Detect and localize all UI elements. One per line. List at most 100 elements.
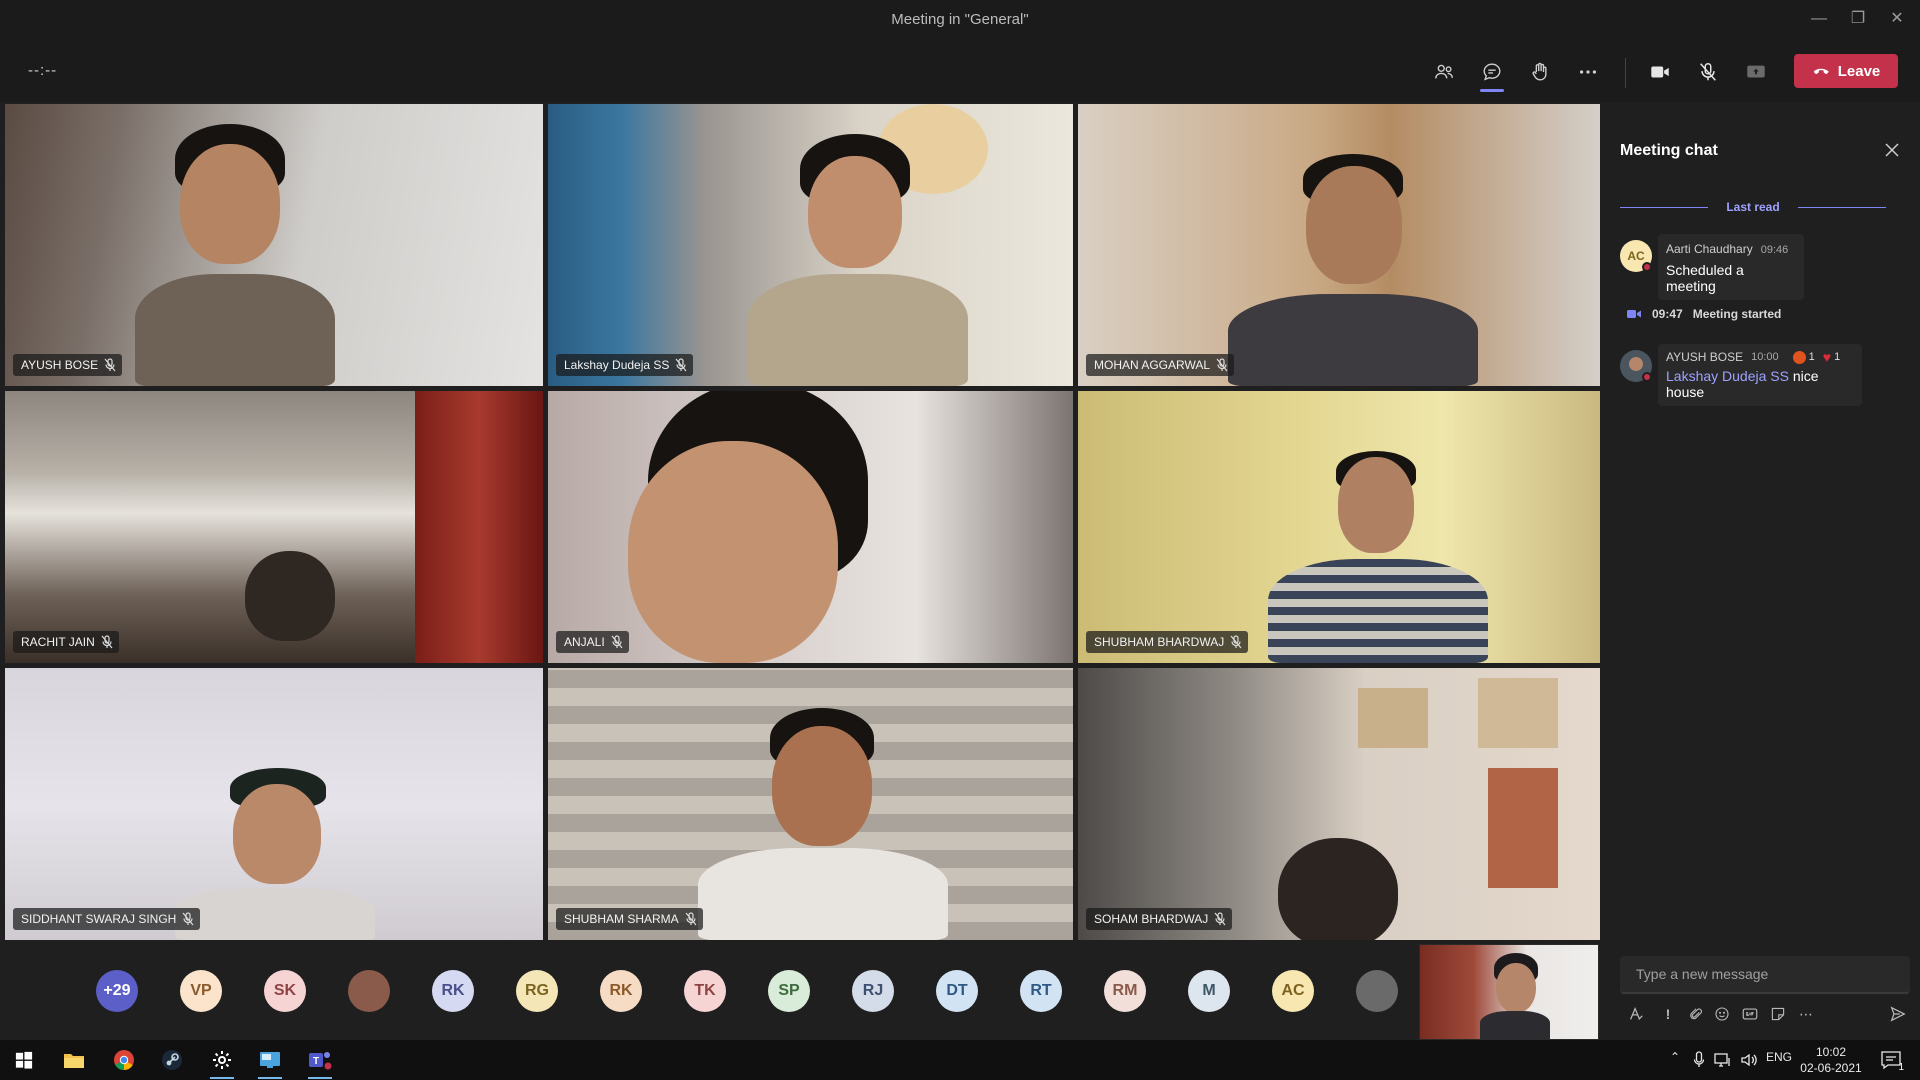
participant-avatar[interactable]: RK [432,970,474,1012]
network-icon[interactable] [1714,1052,1732,1068]
video-tile[interactable]: Lakshay Dudeja SS [548,104,1073,386]
chat-message[interactable]: AYUSH BOSE 10:00 1 ♥ 1 Lakshay Dudeja SS… [1658,344,1862,406]
teams-icon[interactable]: T [300,1044,340,1079]
raise-hand-icon[interactable] [1522,54,1558,90]
participant-avatar[interactable]: TK [684,970,726,1012]
send-icon[interactable] [1888,1004,1908,1024]
show-hidden-icons-chevron[interactable]: ⌃ [1670,1050,1680,1064]
participant-video [698,708,948,940]
video-tile[interactable]: SOHAM BHARDWAJ [1078,668,1600,940]
participant-video [135,124,335,386]
participant-avatar[interactable]: AC [1272,970,1314,1012]
video-tile[interactable]: SIDDHANT SWARAJ SINGH [5,668,543,940]
participant-name-tag: SOHAM BHARDWAJ [1086,908,1233,930]
message-time: 10:00 [1751,351,1779,363]
leave-label: Leave [1837,62,1881,80]
reaction-angry[interactable]: 1 [1792,350,1815,364]
mic-muted-icon [685,912,697,926]
mic-muted-icon[interactable] [1690,54,1726,90]
steam-icon[interactable] [152,1044,192,1076]
windows-taskbar: T ⌃ ENG 10:02 02-06-2021 1 [0,1040,1920,1080]
meeting-timer: --:-- [28,62,58,79]
chat-icon[interactable] [1474,54,1510,92]
video-tile[interactable]: SHUBHAM BHARDWAJ [1078,391,1600,663]
participant-video [235,551,355,663]
input-language[interactable]: ENG [1766,1050,1792,1064]
participant-avatar[interactable]: RJ [852,970,894,1012]
participant-avatar[interactable] [348,970,390,1012]
participant-avatar[interactable]: SP [768,970,810,1012]
attach-icon[interactable] [1686,1004,1706,1024]
people-icon[interactable] [1426,54,1462,90]
participant-name: ANJALI [564,635,605,649]
toolbar-divider [1625,58,1626,88]
participant-video [1268,451,1488,663]
camera-icon[interactable] [1642,54,1678,90]
microphone-icon[interactable] [1693,1051,1705,1069]
chat-message[interactable]: Aarti Chaudhary 09:46 Scheduled a meeting [1658,234,1804,300]
taskbar-clock[interactable]: 10:02 02-06-2021 [1796,1044,1866,1076]
minimize-icon[interactable]: — [1808,8,1830,30]
more-participants-button[interactable]: +29 [96,970,138,1012]
participant-avatar[interactable]: M [1188,970,1230,1012]
participant-avatar[interactable]: RK [600,970,642,1012]
message-input[interactable] [1620,956,1910,992]
chrome-icon[interactable] [104,1044,144,1076]
busy-status-dot [1642,262,1652,272]
video-tile[interactable]: SHUBHAM SHARMA [548,668,1073,940]
important-icon[interactable]: ! [1658,1004,1678,1024]
participant-avatar[interactable] [1356,970,1398,1012]
gif-icon[interactable] [1740,1004,1760,1024]
video-tile[interactable]: AYUSH BOSE [5,104,543,386]
format-icon[interactable] [1626,1004,1646,1024]
participant-avatar[interactable]: RT [1020,970,1062,1012]
meeting-chat-panel: Meeting chat Last read AC Aarti Chaudhar… [1600,102,1920,1040]
close-chat-icon[interactable] [1882,140,1902,160]
self-video-preview[interactable] [1419,944,1599,1040]
svg-text:T: T [313,1056,319,1067]
volume-icon[interactable] [1740,1052,1758,1068]
share-screen-icon[interactable] [1738,54,1774,90]
windows-start-icon[interactable] [4,1044,44,1076]
message-author: Aarti Chaudhary [1666,242,1753,256]
sticker-icon[interactable] [1768,1004,1788,1024]
event-time: 09:47 [1652,307,1683,321]
window-title: Meeting in "General" [891,11,1029,28]
more-options-icon[interactable]: ⋯ [1796,1004,1816,1024]
participant-avatar[interactable]: VP [180,970,222,1012]
mic-muted-icon [1216,358,1228,372]
participant-name-tag: RACHIT JAIN [13,631,119,653]
emoji-icon[interactable] [1712,1004,1732,1024]
participant-video [175,768,375,940]
notification-count: 1 [1898,1062,1904,1073]
notification-center-icon[interactable]: 1 [1880,1049,1904,1073]
video-tile[interactable]: RACHIT JAIN [5,391,543,663]
desktop-app-icon[interactable] [250,1044,290,1079]
participant-name-tag: ANJALI [556,631,629,653]
reaction-heart[interactable]: ♥ 1 [1822,348,1840,365]
close-window-icon[interactable]: ✕ [1886,8,1908,30]
meeting-toolbar: --:-- Leave [0,40,1920,102]
heart-icon: ♥ [1822,348,1832,365]
settings-icon[interactable] [202,1044,242,1079]
chat-title: Meeting chat [1620,142,1718,159]
file-explorer-icon[interactable] [54,1044,94,1076]
participant-name-tag: Lakshay Dudeja SS [556,354,694,376]
leave-button[interactable]: Leave [1794,54,1898,88]
video-tile[interactable]: MOHAN AGGARWAL [1078,104,1600,386]
video-tile[interactable]: ANJALI [548,391,1073,663]
restore-icon[interactable]: ❐ [1847,8,1869,30]
angry-emoji-icon [1792,350,1806,364]
phone-hangup-icon [1813,68,1829,75]
participant-avatar[interactable]: RM [1104,970,1146,1012]
participant-name: SHUBHAM SHARMA [564,912,679,926]
mention-link[interactable]: Lakshay Dudeja SS [1666,368,1789,384]
mic-muted-icon [104,358,116,372]
participant-avatar[interactable]: SK [264,970,306,1012]
participant-video [748,134,968,386]
participant-avatar[interactable]: RG [516,970,558,1012]
more-icon[interactable] [1570,54,1606,90]
participant-avatar[interactable]: DT [936,970,978,1012]
participant-name: MOHAN AGGARWAL [1094,358,1211,372]
video-grid: AYUSH BOSE Lakshay Dudeja SS MOHAN AGGAR… [5,104,1600,940]
